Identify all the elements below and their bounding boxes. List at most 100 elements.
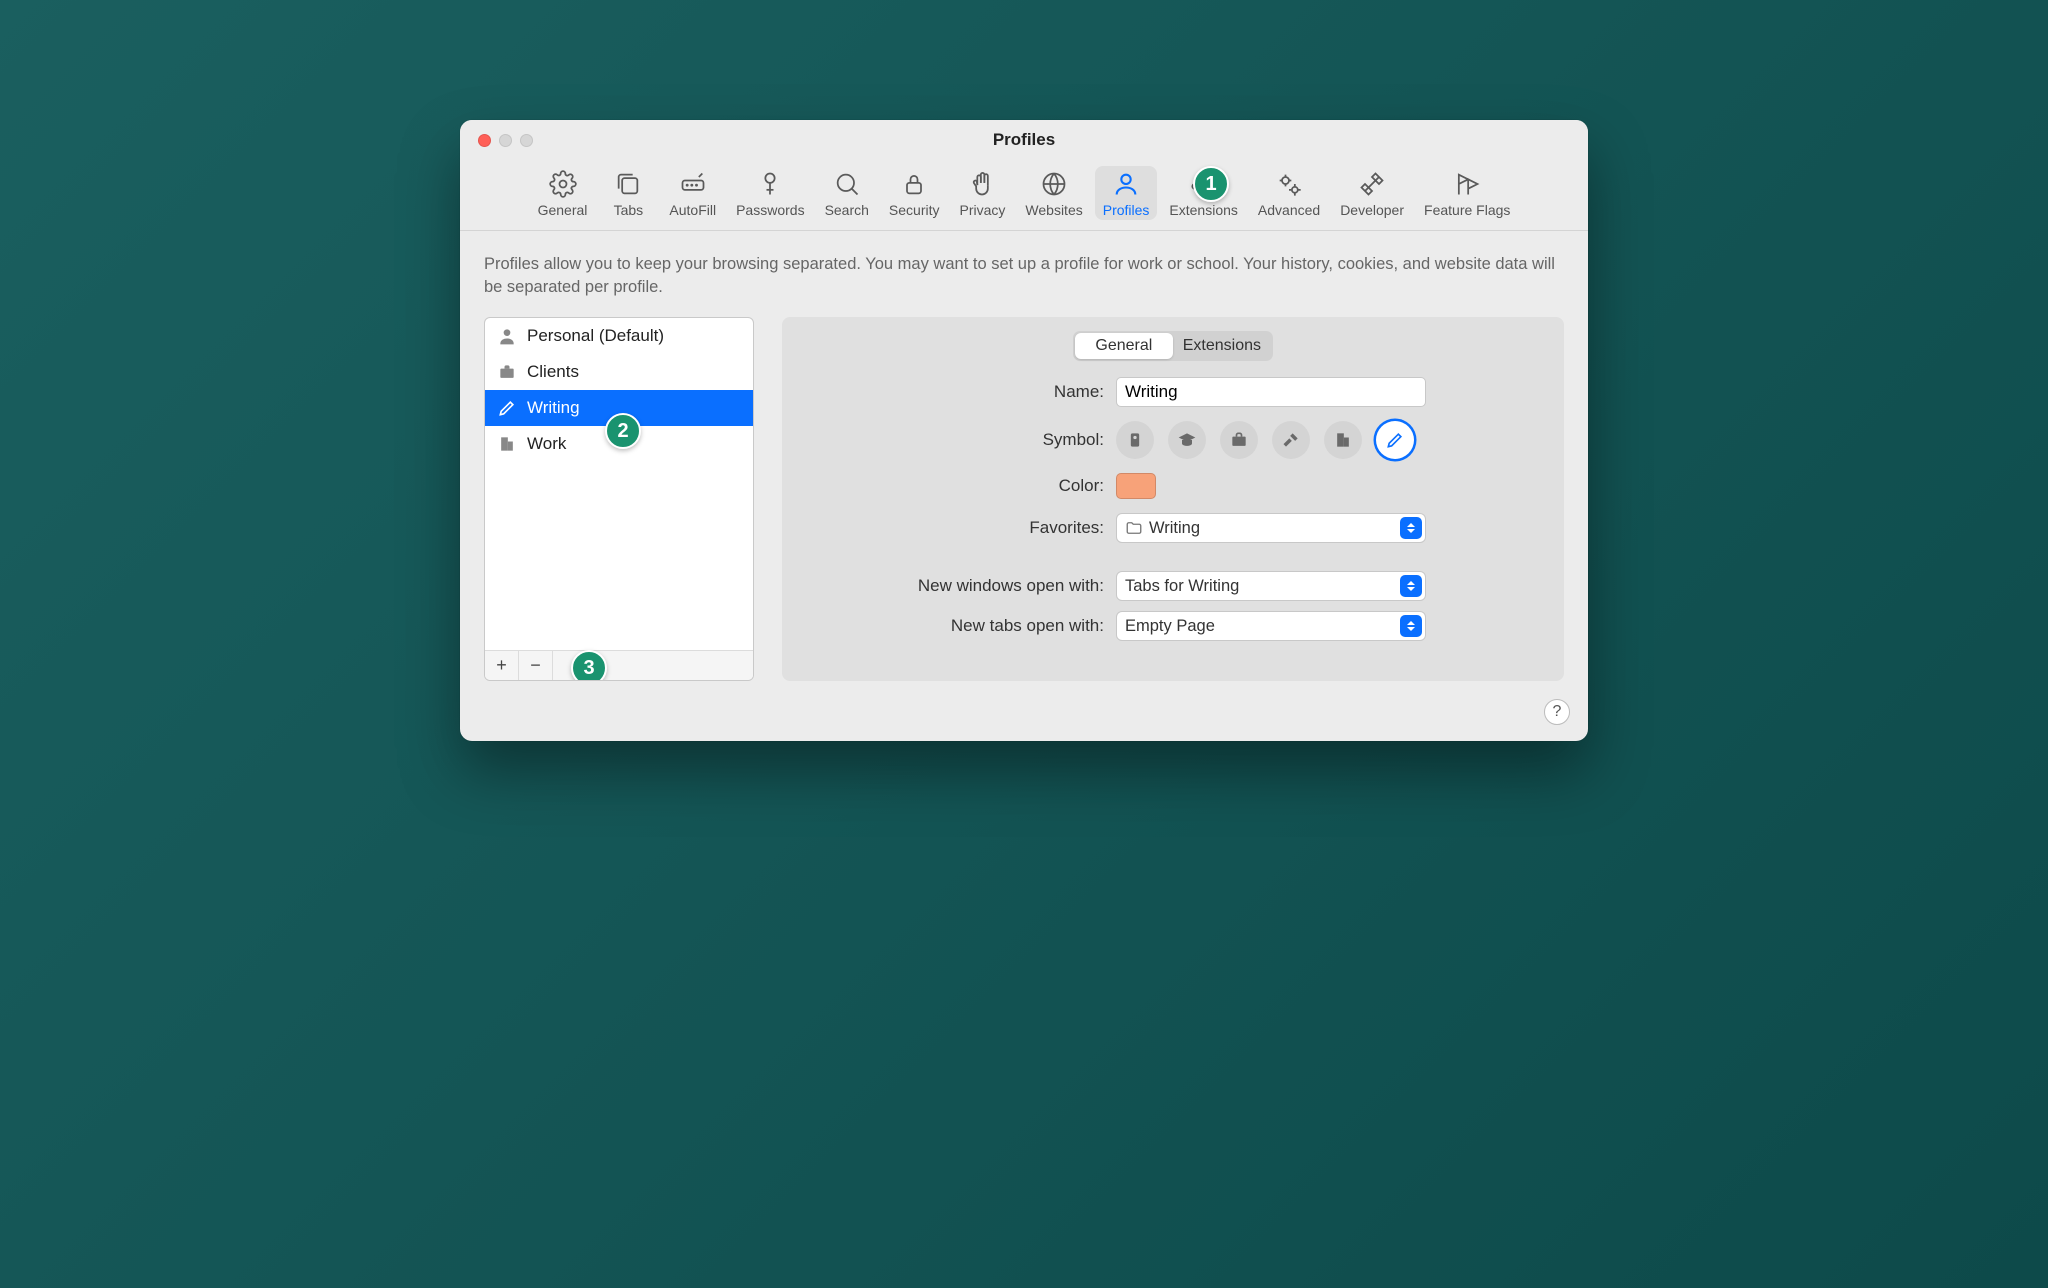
toolbar-label: Passwords bbox=[736, 202, 804, 218]
row-name: Name: bbox=[804, 377, 1542, 407]
preferences-toolbar: General Tabs AutoFill Passwords Search S… bbox=[460, 160, 1588, 231]
window-controls bbox=[478, 134, 533, 147]
remove-profile-button[interactable]: − bbox=[519, 651, 553, 680]
sidebar-footer: + − bbox=[485, 650, 753, 680]
annotation-3: 3 bbox=[571, 650, 607, 681]
profile-item-personal[interactable]: Personal (Default) bbox=[485, 318, 753, 354]
pencil-icon bbox=[497, 398, 517, 418]
profile-label: Personal (Default) bbox=[527, 326, 664, 346]
hammer-icon bbox=[1281, 430, 1301, 450]
symbol-building[interactable] bbox=[1324, 421, 1362, 459]
person-icon bbox=[497, 326, 517, 346]
content-area: Profiles allow you to keep your browsing… bbox=[460, 231, 1588, 741]
toolbar-security[interactable]: Security bbox=[881, 166, 948, 220]
flags-icon bbox=[1453, 170, 1481, 198]
favorites-value: Writing bbox=[1149, 519, 1200, 538]
titlebar: Profiles bbox=[460, 120, 1588, 160]
building-icon bbox=[1333, 430, 1353, 450]
profile-label: Writing bbox=[527, 398, 580, 418]
toolbar-label: Privacy bbox=[960, 202, 1006, 218]
favorites-select[interactable]: Writing bbox=[1116, 513, 1426, 543]
folder-icon bbox=[1125, 519, 1143, 537]
window-title: Profiles bbox=[993, 130, 1055, 150]
toolbar-label: Developer bbox=[1340, 202, 1404, 218]
row-new-windows: New windows open with: Tabs for Writing bbox=[804, 571, 1542, 601]
tabs-icon bbox=[614, 170, 642, 198]
symbol-briefcase[interactable] bbox=[1220, 421, 1258, 459]
toolbar-label: Search bbox=[825, 202, 869, 218]
minimize-window-button[interactable] bbox=[499, 134, 512, 147]
globe-icon bbox=[1040, 170, 1068, 198]
name-input[interactable] bbox=[1116, 377, 1426, 407]
label-symbol: Symbol: bbox=[804, 430, 1104, 450]
label-favorites: Favorites: bbox=[804, 518, 1104, 538]
briefcase-icon bbox=[497, 362, 517, 382]
toolbar-autofill[interactable]: AutoFill bbox=[661, 166, 724, 220]
row-favorites: Favorites: Writing bbox=[804, 513, 1542, 543]
lock-icon bbox=[900, 170, 928, 198]
symbol-badge[interactable] bbox=[1116, 421, 1154, 459]
label-new-windows: New windows open with: bbox=[804, 576, 1104, 596]
profile-label: Work bbox=[527, 434, 566, 454]
new-tabs-select[interactable]: Empty Page bbox=[1116, 611, 1426, 641]
profile-label: Clients bbox=[527, 362, 579, 382]
search-icon bbox=[833, 170, 861, 198]
add-profile-button[interactable]: + bbox=[485, 651, 519, 680]
chevron-updown-icon bbox=[1400, 517, 1422, 539]
profiles-sidebar: Personal (Default) Clients Writing Work bbox=[484, 317, 754, 681]
help-button[interactable]: ? bbox=[1544, 699, 1570, 725]
symbol-hammer[interactable] bbox=[1272, 421, 1310, 459]
symbol-graduation[interactable] bbox=[1168, 421, 1206, 459]
detail-segmented-control: General Extensions bbox=[1073, 331, 1273, 361]
key-icon bbox=[756, 170, 784, 198]
seg-general[interactable]: General bbox=[1075, 333, 1173, 359]
badge-icon bbox=[1125, 430, 1145, 450]
annotation-2: 2 bbox=[605, 413, 641, 449]
toolbar-feature-flags[interactable]: Feature Flags bbox=[1416, 166, 1518, 220]
seg-extensions[interactable]: Extensions bbox=[1173, 333, 1271, 359]
building-icon bbox=[497, 434, 517, 454]
toolbar-label: Advanced bbox=[1258, 202, 1320, 218]
gear-icon bbox=[549, 170, 577, 198]
new-windows-select[interactable]: Tabs for Writing bbox=[1116, 571, 1426, 601]
toolbar-tabs[interactable]: Tabs bbox=[599, 166, 657, 220]
color-swatch[interactable] bbox=[1116, 473, 1156, 499]
profiles-description: Profiles allow you to keep your browsing… bbox=[484, 253, 1564, 299]
row-new-tabs: New tabs open with: Empty Page bbox=[804, 611, 1542, 641]
toolbar-label: Profiles bbox=[1103, 202, 1150, 218]
symbol-pencil[interactable] bbox=[1376, 421, 1414, 459]
row-color: Color: bbox=[804, 473, 1542, 499]
graduation-icon bbox=[1177, 430, 1197, 450]
toolbar-label: Extensions bbox=[1169, 202, 1237, 218]
hand-icon bbox=[968, 170, 996, 198]
toolbar-advanced[interactable]: Advanced bbox=[1250, 166, 1328, 220]
annotation-1: 1 bbox=[1193, 166, 1229, 202]
label-name: Name: bbox=[804, 382, 1104, 402]
chevron-updown-icon bbox=[1400, 615, 1422, 637]
profile-detail-panel: General Extensions Name: Symbol: bbox=[782, 317, 1564, 681]
toolbar-label: Feature Flags bbox=[1424, 202, 1510, 218]
profile-item-clients[interactable]: Clients bbox=[485, 354, 753, 390]
toolbar-label: Tabs bbox=[614, 202, 644, 218]
profiles-list: Personal (Default) Clients Writing Work bbox=[485, 318, 753, 650]
preferences-window: Profiles General Tabs AutoFill Passwords… bbox=[460, 120, 1588, 741]
tools-icon bbox=[1358, 170, 1386, 198]
toolbar-profiles[interactable]: Profiles bbox=[1095, 166, 1158, 220]
zoom-window-button[interactable] bbox=[520, 134, 533, 147]
toolbar-label: Websites bbox=[1025, 202, 1082, 218]
toolbar-general[interactable]: General bbox=[530, 166, 596, 220]
toolbar-search[interactable]: Search bbox=[817, 166, 877, 220]
new-tabs-value: Empty Page bbox=[1125, 617, 1215, 636]
toolbar-privacy[interactable]: Privacy bbox=[952, 166, 1014, 220]
toolbar-passwords[interactable]: Passwords bbox=[728, 166, 812, 220]
toolbar-developer[interactable]: Developer bbox=[1332, 166, 1412, 220]
new-windows-value: Tabs for Writing bbox=[1125, 577, 1239, 596]
briefcase-icon bbox=[1229, 430, 1249, 450]
gears-icon bbox=[1275, 170, 1303, 198]
toolbar-websites[interactable]: Websites bbox=[1017, 166, 1090, 220]
label-new-tabs: New tabs open with: bbox=[804, 616, 1104, 636]
profile-icon bbox=[1112, 170, 1140, 198]
close-window-button[interactable] bbox=[478, 134, 491, 147]
toolbar-label: AutoFill bbox=[669, 202, 716, 218]
label-color: Color: bbox=[804, 476, 1104, 496]
